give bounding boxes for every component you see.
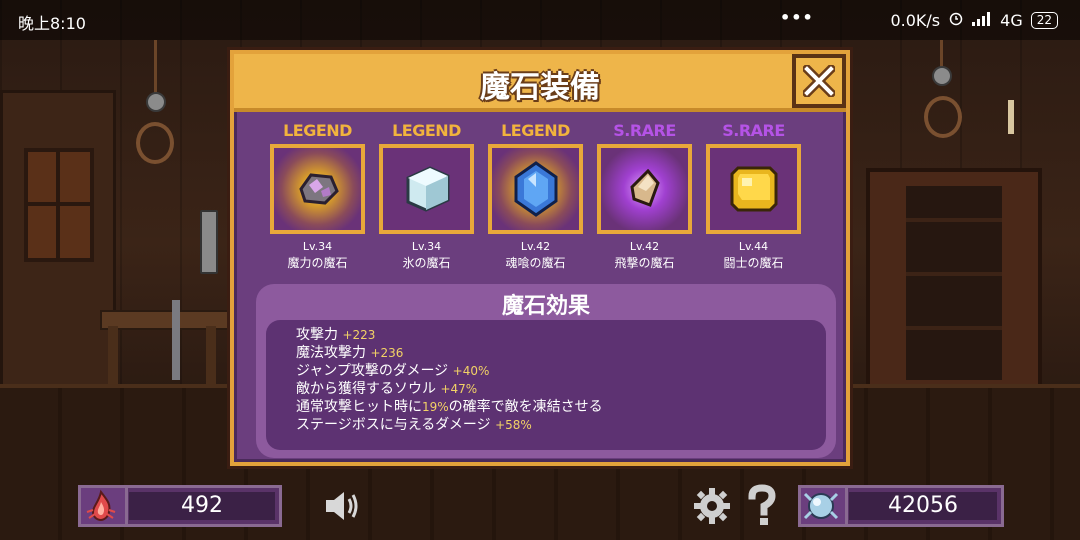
hook xyxy=(146,92,166,112)
battery-icon: 22 xyxy=(1030,11,1058,29)
effect-label: 魔法攻撃力 xyxy=(296,345,366,361)
gem-level: Lv.34 xyxy=(302,240,333,253)
gem-slot: LEGEND Lv.34 魔力の魔石 xyxy=(270,120,365,271)
effect-label: 敵から獲得するソウル xyxy=(296,381,436,397)
grey-crystal-gem-icon xyxy=(298,173,339,205)
battery-level: 22 xyxy=(1036,12,1052,27)
alarm-icon xyxy=(948,10,964,30)
effects-title: 魔石効果 xyxy=(501,294,590,319)
gem-name: 魂喰の魔石 xyxy=(505,256,566,270)
gem-slot-button[interactable] xyxy=(597,144,692,234)
effect-label: 通常攻撃ヒット時に xyxy=(296,399,422,415)
sound-toggle-button[interactable] xyxy=(322,488,362,528)
gem-name: 氷の魔石 xyxy=(402,256,451,270)
gem-effects-panel: 魔石効果 攻撃力 +223 魔法攻撃力 +236 ジャンプ攻撃のダメージ +40… xyxy=(256,284,836,458)
effect-label: ステージボスに与えるダメージ xyxy=(296,417,491,433)
axe xyxy=(200,210,218,274)
settings-button[interactable] xyxy=(692,486,732,530)
effect-value: +236 xyxy=(370,346,404,360)
effect-value: +58% xyxy=(495,418,532,432)
effect-line: 魔法攻撃力 +236 xyxy=(296,344,826,362)
status-time: 晚上8:10 xyxy=(18,14,86,33)
gem-rarity: LEGEND xyxy=(283,121,352,140)
ice-cube-gem-icon xyxy=(406,166,449,212)
gem-rarity: S.RARE xyxy=(722,121,785,140)
question-mark-icon xyxy=(748,484,776,525)
gold-block-gem-icon xyxy=(730,166,777,212)
effect-line: 通常攻撃ヒット時に19%の確率で敵を凍結させる xyxy=(296,398,826,416)
gem-name: 飛撃の魔石 xyxy=(614,256,675,270)
effect-line: 攻撃力 +223 xyxy=(296,326,826,344)
bookcase xyxy=(866,168,1042,398)
table-leg xyxy=(108,326,118,388)
dialog-title: 魔石装備 xyxy=(480,70,600,105)
speaker-icon xyxy=(326,492,358,520)
gem-slot: S.RARE Lv.44 闘士の魔石 xyxy=(706,120,801,271)
souls-icon-cell xyxy=(81,488,128,524)
gem-slot-button[interactable] xyxy=(488,144,583,234)
gem-slots: LEGEND Lv.34 魔力の魔石 LEGEND Lv.34 氷の魔石 LEG… xyxy=(270,120,801,271)
blue-crystal-gem-icon xyxy=(514,161,557,217)
effect-value: 19% xyxy=(422,400,449,414)
sword xyxy=(172,300,180,380)
gem-level: Lv.42 xyxy=(629,240,660,253)
noose xyxy=(136,122,174,164)
noose xyxy=(924,96,962,138)
gear-icon xyxy=(694,488,730,524)
network-speed: 0.0K/s xyxy=(890,10,941,30)
hook xyxy=(932,66,952,86)
gem-rarity: LEGEND xyxy=(392,121,461,140)
dialog-header: 魔石装備 xyxy=(234,54,846,112)
gem-stones-counter: 42056 xyxy=(798,485,1004,527)
signal-icon xyxy=(972,11,992,30)
gem-slot: LEGEND Lv.34 氷の魔石 xyxy=(379,120,474,271)
table-leg xyxy=(206,326,216,388)
effect-line: 敵から獲得するソウル +47% xyxy=(296,380,826,398)
gem-level: Lv.44 xyxy=(738,240,769,253)
effect-value: +40% xyxy=(452,364,490,378)
souls-value: 492 xyxy=(129,492,275,520)
close-button[interactable] xyxy=(792,54,846,108)
gem-slot-button[interactable] xyxy=(270,144,365,234)
effect-suffix: の確率で敵を凍結させる xyxy=(448,399,603,415)
souls-counter: 492 xyxy=(78,485,282,527)
gem-stones-value: 42056 xyxy=(849,492,997,520)
gem-name: 闘士の魔石 xyxy=(723,256,784,270)
effects-list: 攻撃力 +223 魔法攻撃力 +236 ジャンプ攻撃のダメージ +40% 敵から… xyxy=(266,320,826,450)
crystal-orb-icon xyxy=(803,492,839,520)
network-type: 4G xyxy=(1000,10,1023,30)
effect-line: ジャンプ攻撃のダメージ +40% xyxy=(296,362,826,380)
status-dots: ••• xyxy=(780,8,814,27)
gem-slot-button[interactable] xyxy=(706,144,801,234)
window xyxy=(24,148,94,262)
effect-label: 攻撃力 xyxy=(296,327,338,343)
effect-line: ステージボスに与えるダメージ +58% xyxy=(296,416,826,434)
gem-level: Lv.34 xyxy=(411,240,442,253)
gem-slot-button[interactable] xyxy=(379,144,474,234)
gem-rarity: LEGEND xyxy=(501,121,570,140)
red-flame-soul-icon xyxy=(86,489,116,522)
effect-label: ジャンプ攻撃のダメージ xyxy=(296,363,449,379)
bookcase-glass xyxy=(906,186,1002,380)
gem-slot: LEGEND Lv.42 魂喰の魔石 xyxy=(488,120,583,271)
effect-value: +223 xyxy=(342,328,376,342)
status-right: 0.0K/s 4G 22 xyxy=(890,10,1058,30)
gem-name: 魔力の魔石 xyxy=(287,256,348,270)
candle xyxy=(1008,100,1014,134)
close-x-icon xyxy=(803,65,835,97)
gem-level: Lv.42 xyxy=(520,240,551,253)
gem-slot: S.RARE Lv.42 飛撃の魔石 xyxy=(597,120,692,271)
effect-value: +47% xyxy=(440,382,478,396)
stones-icon-cell xyxy=(801,488,848,524)
gem-rarity: S.RARE xyxy=(613,121,676,140)
tan-shard-gem-icon xyxy=(629,169,660,207)
help-button[interactable] xyxy=(744,484,780,532)
gem-equip-dialog: 魔石装備 LEGEND Lv.34 魔力の魔石 LEGEND Lv.34 氷の魔… xyxy=(230,50,850,466)
status-bar: 晚上8:10 ••• 0.0K/s 4G 22 xyxy=(0,0,1080,40)
